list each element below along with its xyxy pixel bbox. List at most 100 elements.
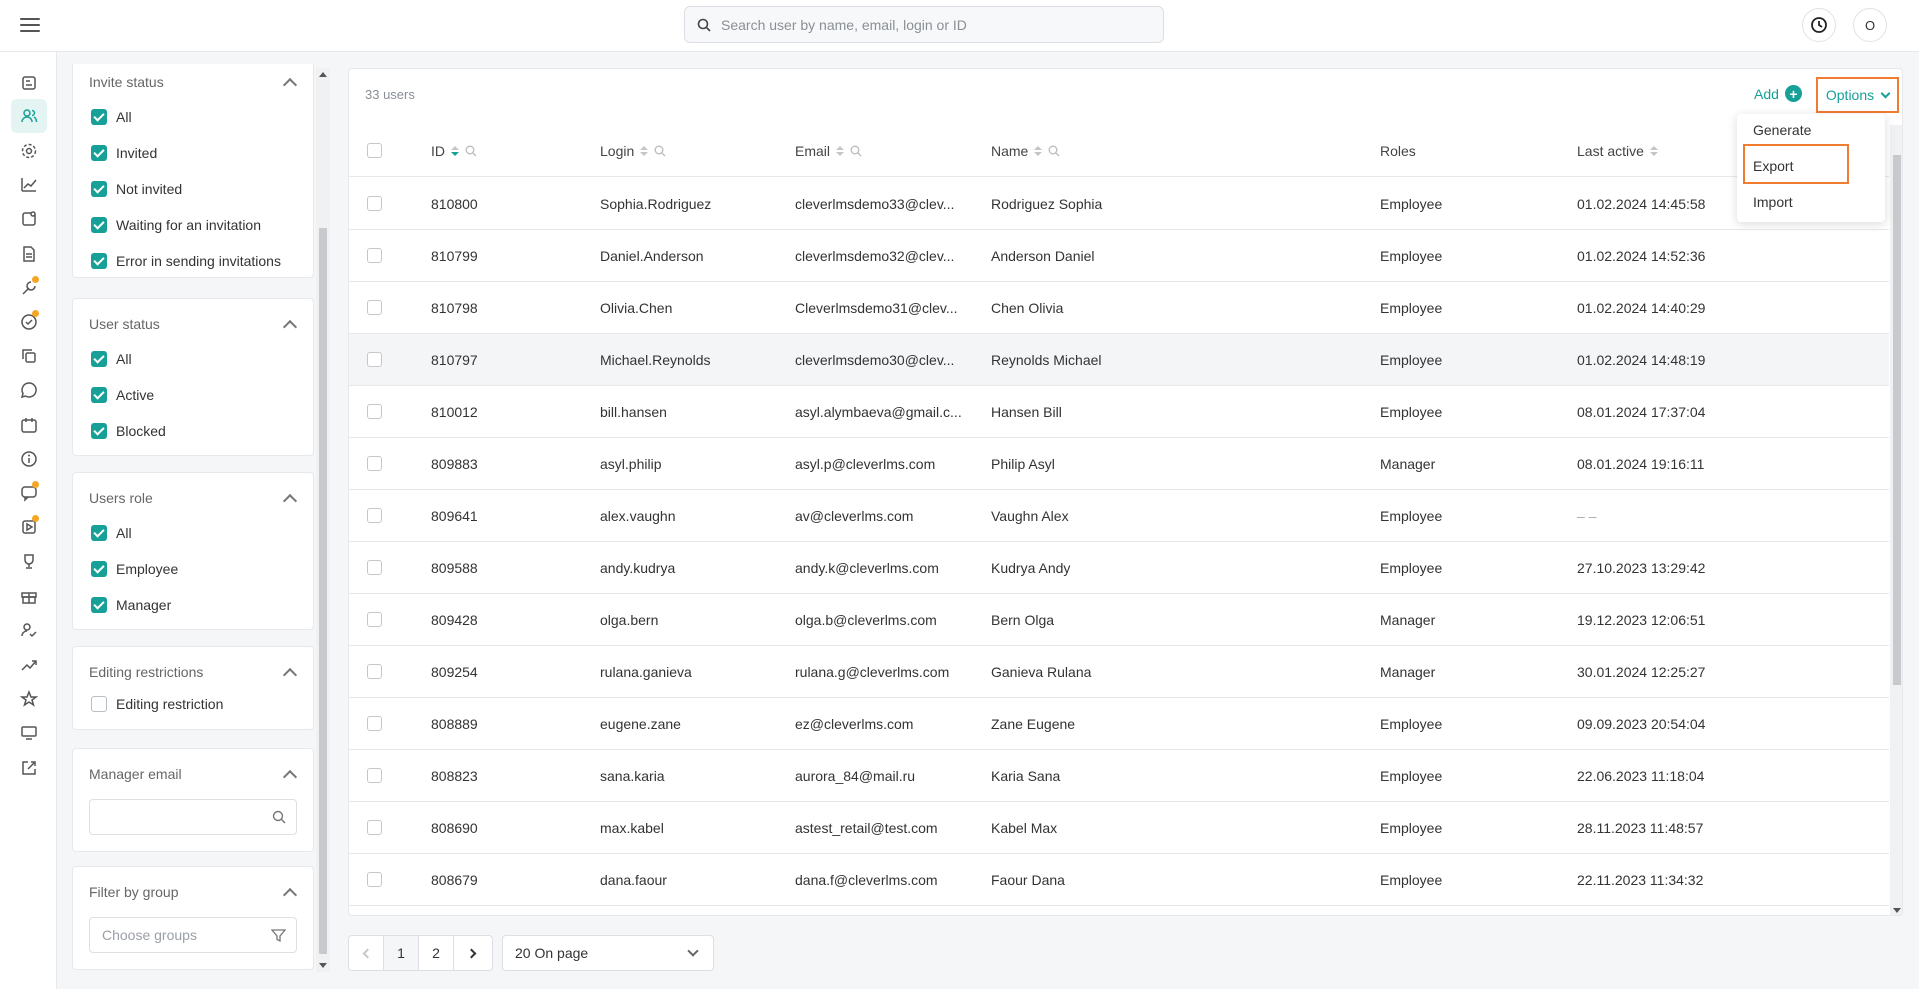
rail-info-icon[interactable] — [11, 442, 47, 476]
filter-editing-restrictions-header[interactable]: Editing restrictions — [73, 655, 313, 689]
checkbox[interactable] — [91, 181, 107, 197]
table-row[interactable]: 810800 Sophia.Rodriguez cleverlmsdemo33@cl… — [349, 178, 1889, 230]
row-checkbox[interactable] — [367, 404, 382, 419]
scroll-up-icon[interactable] — [319, 72, 327, 77]
table-row[interactable]: 810012 bill.hansen asyl.alymbaeva@gmail.c.… — [349, 386, 1889, 438]
menu-item-generate[interactable]: Generate — [1753, 122, 1811, 138]
rail-external-link-icon[interactable] — [11, 751, 47, 785]
chevron-up-icon[interactable] — [282, 493, 298, 508]
checkbox[interactable] — [91, 351, 107, 367]
rail-trend-icon[interactable] — [11, 648, 47, 682]
checkbox[interactable] — [91, 217, 107, 233]
filter-option[interactable]: Editing restriction — [73, 689, 313, 719]
rail-check-icon[interactable] — [11, 305, 47, 339]
filter-option[interactable]: All — [73, 515, 313, 551]
rail-analytics-icon[interactable] — [11, 168, 47, 202]
row-checkbox[interactable] — [367, 560, 382, 575]
rail-tasks-icon[interactable] — [11, 202, 47, 236]
table-row[interactable]: 808823 sana.karia aurora_84@mail.ru Karia S… — [349, 750, 1889, 802]
manager-email-input[interactable] — [89, 799, 297, 835]
rail-star-icon[interactable] — [11, 682, 47, 716]
table-row[interactable]: 808679 dana.faour dana.f@cleverlms.com Faou… — [349, 854, 1889, 906]
row-checkbox[interactable] — [367, 196, 382, 211]
filter-invite-status-header[interactable]: Invite status — [73, 65, 313, 99]
filter-user-status-header[interactable]: User status — [73, 307, 313, 341]
rail-settings-icon[interactable] — [11, 134, 47, 168]
prev-page-button[interactable] — [348, 935, 384, 971]
sort-icon[interactable] — [1649, 146, 1658, 156]
sort-icon[interactable] — [451, 146, 459, 156]
table-row[interactable]: 809588 andy.kudrya andy.k@cleverlms.com Kud… — [349, 542, 1889, 594]
add-user-button[interactable]: Add + — [1754, 85, 1802, 102]
chevron-up-icon[interactable] — [282, 887, 298, 902]
checkbox[interactable] — [91, 109, 107, 125]
rail-copy-icon[interactable] — [11, 339, 47, 373]
filter-manager-email-header[interactable]: Manager email — [73, 757, 313, 791]
options-button[interactable]: Options — [1816, 77, 1899, 113]
filter-option[interactable]: Employee — [73, 551, 313, 587]
filter-option[interactable]: Not invited — [73, 171, 313, 207]
avatar[interactable]: O — [1853, 8, 1887, 42]
chevron-up-icon[interactable] — [282, 769, 298, 784]
checkbox[interactable] — [91, 253, 107, 269]
chevron-up-icon[interactable] — [282, 319, 298, 334]
row-checkbox[interactable] — [367, 352, 382, 367]
sort-icon[interactable] — [640, 146, 649, 156]
search-icon[interactable] — [1048, 145, 1060, 157]
user-search[interactable] — [684, 6, 1164, 43]
chevron-up-icon[interactable] — [282, 667, 298, 682]
column-login[interactable]: Login — [600, 143, 666, 159]
select-all-checkbox[interactable] — [367, 143, 382, 158]
search-icon[interactable] — [272, 810, 286, 824]
column-email[interactable]: Email — [795, 143, 862, 159]
rail-gift-icon[interactable] — [11, 579, 47, 613]
choose-groups-input[interactable]: Choose groups — [89, 917, 297, 953]
filter-option[interactable]: Error in sending invitations — [73, 243, 313, 279]
table-row[interactable]: 809254 rulana.ganieva rulana.g@cleverlms.c… — [349, 646, 1889, 698]
filter-option[interactable]: Blocked — [73, 413, 313, 449]
filter-option[interactable]: Active — [73, 377, 313, 413]
checkbox[interactable] — [91, 525, 107, 541]
row-checkbox[interactable] — [367, 248, 382, 263]
row-checkbox[interactable] — [367, 716, 382, 731]
search-icon[interactable] — [850, 145, 862, 157]
table-row[interactable]: 808690 max.kabel astest_retail@test.com Kab… — [349, 802, 1889, 854]
scrollbar-thumb[interactable] — [319, 228, 327, 954]
row-checkbox[interactable] — [367, 664, 382, 679]
rail-monitor-icon[interactable] — [11, 716, 47, 750]
row-checkbox[interactable] — [367, 456, 382, 471]
search-icon[interactable] — [654, 145, 666, 157]
filter-option[interactable]: Waiting for an invitation — [73, 207, 313, 243]
page-1-button[interactable]: 1 — [383, 935, 419, 971]
rail-chat-icon[interactable] — [11, 476, 47, 510]
filter-users-role-header[interactable]: Users role — [73, 481, 313, 515]
scrollbar-thumb[interactable] — [1893, 155, 1901, 685]
row-checkbox[interactable] — [367, 768, 382, 783]
table-scrollbar[interactable] — [1890, 125, 1902, 915]
chevron-up-icon[interactable] — [282, 77, 298, 92]
sort-icon[interactable] — [1034, 146, 1043, 156]
row-checkbox[interactable] — [367, 300, 382, 315]
column-last-active[interactable]: Last active — [1577, 143, 1658, 159]
rail-help-icon[interactable] — [11, 373, 47, 407]
table-row[interactable]: 810799 Daniel.Anderson cleverlmsdemo32@cle… — [349, 230, 1889, 282]
column-id[interactable]: ID — [431, 143, 477, 159]
search-icon[interactable] — [465, 145, 477, 157]
row-checkbox[interactable] — [367, 872, 382, 887]
row-checkbox[interactable] — [367, 820, 382, 835]
menu-item-export[interactable]: Export — [1753, 158, 1793, 174]
table-row[interactable]: 809428 olga.bern olga.b@cleverlms.com Bern … — [349, 594, 1889, 646]
per-page-select[interactable]: 20 On page — [502, 935, 714, 971]
row-checkbox[interactable] — [367, 612, 382, 627]
checkbox[interactable] — [91, 145, 107, 161]
checkbox[interactable] — [91, 696, 107, 712]
filter-option[interactable]: All — [73, 99, 313, 135]
filter-option[interactable]: Manager — [73, 587, 313, 623]
rail-user-check-icon[interactable] — [11, 613, 47, 647]
rail-calendar-icon[interactable] — [11, 408, 47, 442]
table-row[interactable]: 809883 asyl.philip asyl.p@cleverlms.com Phi… — [349, 438, 1889, 490]
table-row[interactable]: 809641 alex.vaughn av@cleverlms.com Vaughn … — [349, 490, 1889, 542]
checkbox[interactable] — [91, 387, 107, 403]
checkbox[interactable] — [91, 597, 107, 613]
rail-trophy-icon[interactable] — [11, 545, 47, 579]
